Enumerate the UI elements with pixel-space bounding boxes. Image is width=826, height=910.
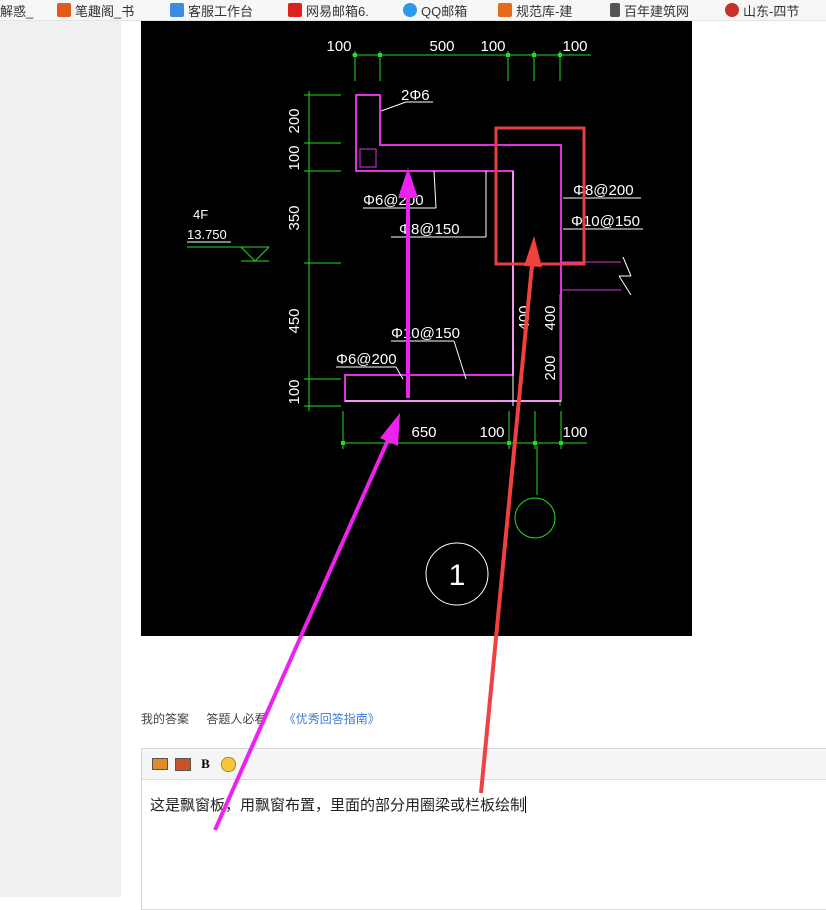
label-bar-right: Φ10@150 [571,213,640,230]
bookmark-label: 解惑_ [0,3,34,19]
image-icon [151,758,168,770]
editor-textarea[interactable]: 这是飘窗板，用飘窗布置，里面的部分用圈梁或栏板绘制 [142,780,826,815]
bookmark-label: QQ邮箱 [421,3,468,19]
bookmark-bainian[interactable]: 百年建筑网 [610,1,689,19]
dim-left-2: 100 [286,145,303,170]
bookmark-label: 网易邮箱6. [306,3,369,19]
bold-button[interactable]: B [197,756,214,773]
dim-top-2: 500 [429,38,454,55]
bookmark-netease-mail[interactable]: 网易邮箱6. [288,1,369,19]
dim-right-2: 200 [542,355,559,380]
dim-top-1: 100 [326,38,351,55]
house-icon [57,3,71,17]
dim-left-3: 350 [286,205,303,230]
bold-icon: B [201,756,210,771]
my-answer-label: 我的答案 [141,712,190,726]
left-gutter [0,21,121,897]
bookmark-label: 笔趣阁_书 [75,3,135,19]
document-icon [610,3,620,17]
bookmark-label: 规范库-建 [516,3,573,19]
bookmark-jiehuo[interactable]: 解惑_ [0,1,33,19]
dim-left-1: 200 [286,108,303,133]
insert-image-button[interactable] [151,756,168,773]
bookmark-shandong[interactable]: 山东-四节 [725,1,799,19]
answer-editor: B 这是飘窗板，用飘窗布置，里面的部分用圈梁或栏板绘制 [141,748,826,910]
highlight-box [494,126,586,266]
netease-mail-icon [288,3,302,17]
bookmarks-bar: 解惑_ 笔趣阁_书 客服工作台 网易邮箱6. QQ邮箱 规范库-建 百年建筑网 … [0,0,826,21]
elevation-label: 13.750 [187,227,227,242]
globe-icon [725,3,739,17]
editor-content: 这是飘窗板，用飘窗布置，里面的部分用圈梁或栏板绘制 [150,797,526,814]
must-read-label: 答题人必看 [206,712,267,726]
detail-number: 1 [449,559,466,592]
bookmark-label: 山东-四节 [743,3,800,19]
label-bottom-stirrup: Φ6@200 [336,351,397,368]
text-caret [525,796,527,813]
bookmark-service-desk[interactable]: 客服工作台 [170,1,253,19]
emoji-button[interactable] [220,756,237,773]
bookmark-biquge[interactable]: 笔趣阁_书 [57,1,134,19]
editor-toolbar: B [142,749,826,780]
dim-bottom-3: 100 [562,424,587,441]
label-top-bar: 2Φ6 [401,87,430,104]
label-stirrup-right: Φ8@200 [573,182,634,199]
dim-bottom-1: 650 [411,424,436,441]
insert-album-button[interactable] [174,756,191,773]
dim-bottom-2: 100 [479,424,504,441]
dim-right-1: 400 [542,305,559,330]
cad-drawing-image: 100 500 100 100 650 100 100 200 100 350 … [141,21,692,636]
dim-top-4: 100 [562,38,587,55]
bookmark-code-library[interactable]: 规范库-建 [498,1,572,19]
book-icon [498,3,512,17]
answer-links: 我的答案 答题人必看 《优秀回答指南》 [141,710,394,727]
qq-mail-icon [403,3,417,17]
emoji-icon [221,756,236,772]
dim-left-5: 100 [286,379,303,404]
label-bottom-bar: Φ10@150 [391,325,460,342]
bookmark-label: 百年建筑网 [624,3,690,19]
guide-link[interactable]: 《优秀回答指南》 [284,712,380,726]
bookmark-label: 客服工作台 [188,3,254,19]
label-bar-150: Φ8@150 [399,221,460,238]
dim-left-4: 450 [286,308,303,333]
download-icon [170,3,184,17]
bookmark-qq-mail[interactable]: QQ邮箱 [403,1,467,19]
image-stack-icon [174,757,191,771]
dim-top-3: 100 [480,38,505,55]
label-stirrup-left: Φ6@200 [363,192,424,209]
floor-label: 4F [193,207,208,222]
dim-inner: 400 [516,305,533,330]
